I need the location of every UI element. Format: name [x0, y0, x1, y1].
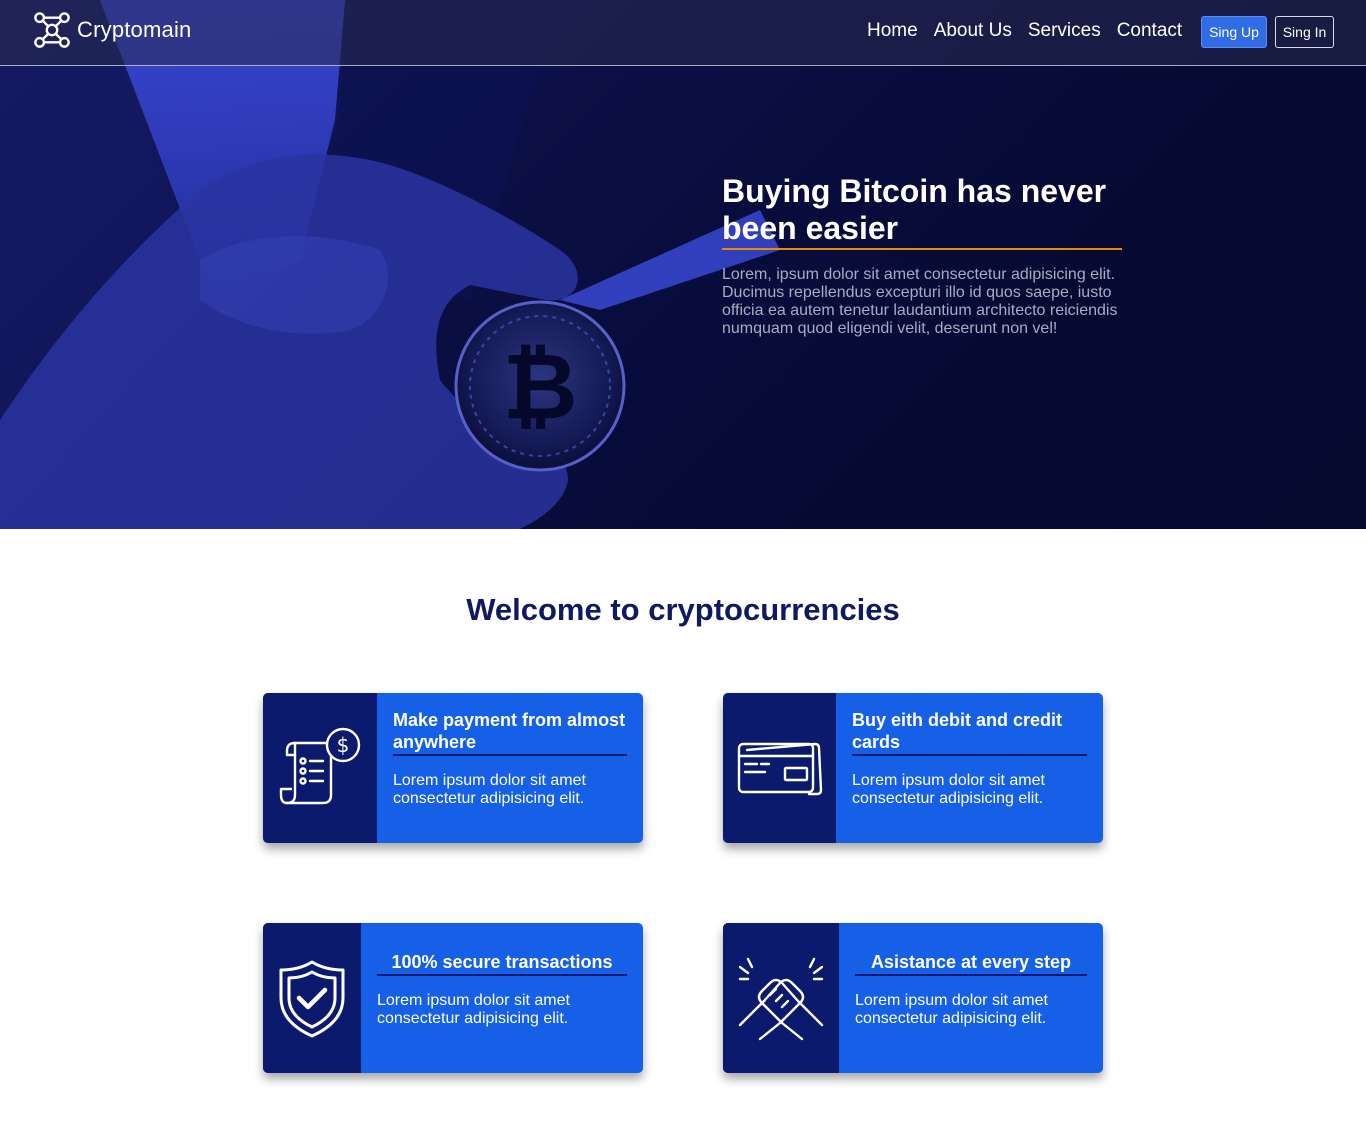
nav-links: Home About Us Services Contact — [867, 20, 1182, 42]
sign-up-button[interactable]: Sing Up — [1201, 16, 1267, 48]
card-icon-panel — [723, 923, 839, 1073]
brand-logo[interactable]: Cryptomain — [33, 11, 191, 49]
brand-name: Cryptomain — [77, 17, 192, 42]
feature-card-assistance: Asistance at every step Lorem ipsum dolo… — [723, 923, 1103, 1073]
top-navbar: Cryptomain Home About Us Services Contac… — [0, 0, 1366, 66]
molecule-logo-icon — [34, 12, 70, 48]
card-title: Buy eith debit and credit cards — [852, 709, 1087, 756]
card-title: Make payment from almost anywhere — [393, 709, 627, 756]
nav-link-home[interactable]: Home — [867, 20, 918, 42]
svg-text:₿: ₿ — [503, 333, 578, 440]
card-icon-panel: $ — [263, 693, 377, 843]
nav-link-about-us[interactable]: About Us — [934, 20, 1012, 42]
card-icon-panel — [263, 923, 361, 1073]
card-icon-panel — [723, 693, 836, 843]
card-text: Lorem ipsum dolor sit amet consectetur a… — [393, 772, 586, 807]
nav-link-contact[interactable]: Contact — [1117, 20, 1182, 42]
nav-link-services[interactable]: Services — [1028, 20, 1101, 42]
svg-text:$: $ — [337, 733, 350, 757]
feature-card-cards: Buy eith debit and credit cards Lorem ip… — [723, 693, 1103, 843]
card-text: Lorem ipsum dolor sit amet consectetur a… — [855, 992, 1048, 1027]
credit-card-icon — [737, 742, 822, 796]
feature-card-payment: $ Make payment from almost anywhere Lore… — [263, 693, 643, 843]
hero-bitcoin-photo: ₿ — [0, 0, 780, 529]
card-body: 100% secure transactions Lorem ipsum dol… — [361, 923, 643, 1073]
card-text: Lorem ipsum dolor sit amet consectetur a… — [852, 772, 1045, 807]
hero-text-block: Buying Bitcoin has never been easier Lor… — [722, 173, 1122, 338]
card-title: Asistance at every step — [855, 951, 1087, 976]
sign-in-button[interactable]: Sing In — [1275, 16, 1334, 48]
card-body: Asistance at every step Lorem ipsum dolo… — [839, 923, 1103, 1073]
handshake-icon — [738, 957, 824, 1041]
hero-section: ₿ Cryptomain Home About Us Services Cont… — [0, 0, 1366, 529]
card-text: Lorem ipsum dolor sit amet consectetur a… — [377, 992, 570, 1027]
hero-description: Lorem, ipsum dolor sit amet consectetur … — [722, 266, 1118, 337]
shield-check-icon — [279, 960, 345, 1038]
feature-card-secure: 100% secure transactions Lorem ipsum dol… — [263, 923, 643, 1073]
welcome-heading: Welcome to cryptocurrencies — [466, 592, 900, 627]
hero-title: Buying Bitcoin has never been easier — [722, 173, 1122, 250]
invoice-dollar-icon: $ — [279, 727, 361, 805]
card-body: Buy eith debit and credit cards Lorem ip… — [836, 693, 1103, 843]
card-title: 100% secure transactions — [377, 951, 627, 976]
card-body: Make payment from almost anywhere Lorem … — [377, 693, 643, 843]
